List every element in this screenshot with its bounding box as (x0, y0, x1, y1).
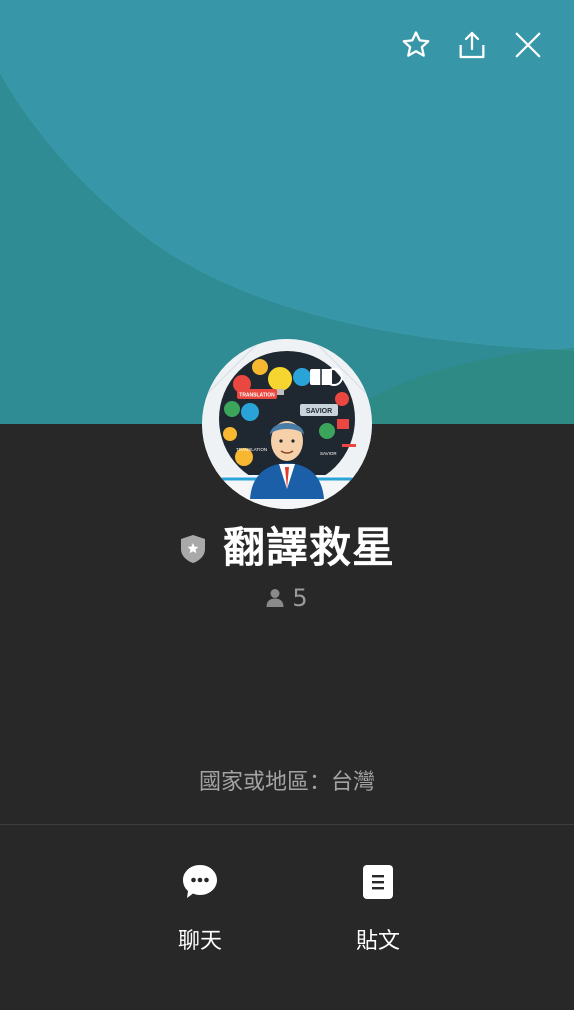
svg-text:SAVIOR: SAVIOR (320, 451, 337, 456)
star-icon (402, 31, 430, 57)
chat-button[interactable]: 聊天 (140, 862, 260, 955)
svg-text:TRANSLATION: TRANSLATION (236, 447, 267, 452)
document-icon (358, 862, 398, 902)
member-count-value: 5 (292, 584, 308, 612)
top-actions (400, 27, 544, 63)
share-button[interactable] (456, 27, 488, 63)
favorite-button[interactable] (400, 27, 432, 63)
svg-text:SAVIOR: SAVIOR (306, 408, 332, 415)
svg-text:TRANSLATION: TRANSLATION (239, 393, 275, 399)
chat-label: 聊天 (177, 929, 222, 954)
region-text: 國家或地區：台灣 (198, 770, 375, 795)
chat-bubble-icon (180, 862, 220, 902)
post-label: 貼文 (355, 929, 400, 954)
shield-star-icon (179, 533, 207, 565)
member-count: 5 (0, 584, 574, 612)
person-icon (266, 589, 284, 607)
post-button[interactable]: 貼文 (318, 862, 438, 955)
share-icon (459, 31, 485, 59)
translation-savior-avatar-image: TRANSLATION SAVIOR TRANSLATION SAVIOR (202, 339, 372, 509)
bottom-actions: 聊天 貼文 (0, 862, 574, 972)
close-icon (515, 32, 541, 58)
divider (0, 824, 574, 825)
title-row: 翻譯救星 (0, 522, 574, 574)
close-button[interactable] (512, 27, 544, 63)
square-profile-page: TRANSLATION SAVIOR TRANSLATION SAVIOR 翻譯… (0, 0, 574, 1010)
square-avatar: TRANSLATION SAVIOR TRANSLATION SAVIOR (202, 339, 372, 509)
square-title: 翻譯救星 (222, 523, 395, 572)
